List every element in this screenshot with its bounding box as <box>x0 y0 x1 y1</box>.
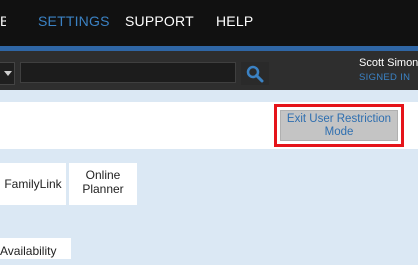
nav-item-help[interactable]: HELP <box>216 13 253 29</box>
search-scope-select[interactable] <box>0 62 15 85</box>
search-icon <box>246 65 264 83</box>
signed-in-status: SIGNED IN <box>359 72 411 83</box>
tab-availability-label: Availability <box>0 244 57 258</box>
exit-button-label-line2: Mode <box>324 126 354 138</box>
caret-down-icon <box>4 71 12 76</box>
exit-restriction-highlight: Exit User Restriction Mode <box>274 104 404 147</box>
search-button[interactable] <box>241 62 269 85</box>
nav-item-prev[interactable]: B <box>0 13 6 29</box>
exit-user-restriction-button[interactable]: Exit User Restriction Mode <box>280 110 398 141</box>
tab-online-label-line1: Online <box>85 168 121 182</box>
nav-item-settings[interactable]: SETTINGS <box>38 13 110 29</box>
user-name[interactable]: Scott Simon <box>359 57 418 69</box>
top-navigation: B SETTINGS SUPPORT HELP <box>0 0 418 46</box>
tab-online-planner[interactable]: Online Planner <box>69 163 137 205</box>
nav-item-support[interactable]: SUPPORT <box>125 13 194 29</box>
exit-button-label-line1: Exit User Restriction <box>286 113 392 125</box>
search-bar <box>0 51 418 90</box>
tab-availability[interactable]: Availability <box>0 238 71 259</box>
tab-online-label-line2: Planner <box>82 182 124 196</box>
search-input[interactable] <box>20 62 236 83</box>
tab-familylink-label: FamilyLink <box>4 177 62 191</box>
tab-familylink[interactable]: FamilyLink <box>0 163 66 205</box>
